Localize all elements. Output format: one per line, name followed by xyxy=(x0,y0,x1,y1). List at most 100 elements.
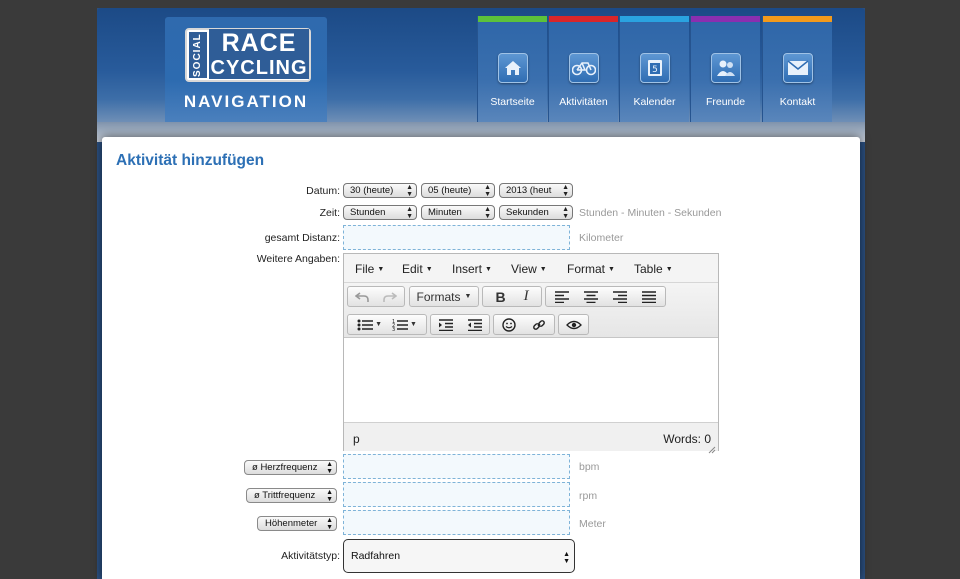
editor-toolbar: Formats ▼ B I ▼ 123 ▼ xyxy=(344,283,718,338)
formats-dropdown[interactable]: Formats ▼ xyxy=(409,286,479,307)
updown-arrow-icon: ▲ ▼ xyxy=(562,184,569,198)
date-month-select[interactable]: 05 (heute) ▲ ▼ xyxy=(421,183,495,198)
updown-arrow-icon: ▲ ▼ xyxy=(563,551,570,565)
menu-table[interactable]: Table ▼ xyxy=(634,262,673,276)
menu-format[interactable]: Format ▼ xyxy=(567,262,615,276)
numbered-list-icon[interactable]: 123 xyxy=(392,319,408,331)
heart-rate-type-select[interactable]: ø Herzfrequenz ▲ ▼ xyxy=(244,460,337,475)
caret-down-icon: ▼ xyxy=(464,293,472,300)
logo-social-text: SOCIAL xyxy=(189,32,207,78)
bicycle-icon xyxy=(569,53,599,83)
eye-icon xyxy=(565,320,582,330)
elevation-select-value: Höhenmeter xyxy=(265,518,318,529)
align-center-icon[interactable] xyxy=(584,290,598,303)
distance-label: gesamt Distanz: xyxy=(264,232,340,244)
align-justify-icon[interactable] xyxy=(642,290,656,303)
distance-input[interactable] xyxy=(343,225,570,250)
list-group: ▼ 123 ▼ xyxy=(347,314,427,335)
time-hours-select[interactable]: Stunden ▲ ▼ xyxy=(343,205,417,220)
nav-label: Freunde xyxy=(705,96,746,108)
site-logo[interactable]: SOCIAL RACE CYCLING xyxy=(185,28,311,82)
updown-arrow-icon: ▲ ▼ xyxy=(326,517,333,531)
nav-item-aktivitaeten[interactable]: Aktivitäten xyxy=(548,16,618,122)
caret-down-icon[interactable]: ▼ xyxy=(410,321,417,328)
elevation-unit: Meter xyxy=(579,518,606,530)
redo-icon[interactable] xyxy=(383,291,397,303)
distance-unit: Kilometer xyxy=(579,232,624,244)
svg-text:3: 3 xyxy=(392,327,395,331)
italic-button[interactable]: I xyxy=(524,288,529,305)
time-hours-value: Stunden xyxy=(350,207,386,218)
menu-view[interactable]: View ▼ xyxy=(511,262,547,276)
indent-group xyxy=(430,314,490,335)
menu-label: View xyxy=(511,262,537,276)
outdent-icon[interactable] xyxy=(467,318,482,331)
date-month-value: 05 (heute) xyxy=(428,185,472,196)
updown-arrow-icon: ▲ ▼ xyxy=(326,461,333,475)
cadence-unit: rpm xyxy=(579,490,598,502)
friends-icon xyxy=(711,53,741,83)
menu-file[interactable]: File ▼ xyxy=(355,262,384,276)
heart-rate-input[interactable] xyxy=(343,454,570,479)
caret-down-icon: ▼ xyxy=(485,266,492,273)
updown-arrow-icon: ▲ ▼ xyxy=(562,206,569,220)
cadence-type-select[interactable]: ø Trittfrequenz ▲ ▼ xyxy=(246,488,337,503)
heart-rate-select-value: ø Herzfrequenz xyxy=(252,462,318,473)
time-seconds-value: Sekunden xyxy=(506,207,549,218)
time-seconds-select[interactable]: Sekunden ▲ ▼ xyxy=(499,205,573,220)
nav-label: Aktivitäten xyxy=(559,96,608,108)
nav-item-startseite[interactable]: Startseite xyxy=(477,16,547,122)
insert-group xyxy=(493,314,555,335)
nav-item-freunde[interactable]: Freunde xyxy=(690,16,760,122)
bold-button[interactable]: B xyxy=(495,289,505,305)
time-minutes-select[interactable]: Minuten ▲ ▼ xyxy=(421,205,495,220)
nav-item-kontakt[interactable]: Kontakt xyxy=(762,16,832,122)
activity-type-label: Aktivitätstyp: xyxy=(281,550,340,562)
undo-icon[interactable] xyxy=(355,291,369,303)
alignment-group xyxy=(545,286,666,307)
elevation-type-select[interactable]: Höhenmeter ▲ ▼ xyxy=(257,516,337,531)
editor-content-area[interactable] xyxy=(344,338,718,422)
menu-label: File xyxy=(355,262,375,276)
menu-edit[interactable]: Edit ▼ xyxy=(402,262,433,276)
align-right-icon[interactable] xyxy=(613,290,627,303)
nav-color-bar xyxy=(478,16,547,22)
logo-cycling-text: CYCLING xyxy=(209,57,309,79)
activity-type-value: Radfahren xyxy=(351,550,401,562)
calendar-icon: 5 xyxy=(640,53,670,83)
home-icon xyxy=(498,53,528,83)
caret-down-icon: ▼ xyxy=(425,266,433,273)
cadence-input[interactable] xyxy=(343,482,570,507)
date-year-value: 2013 (heut xyxy=(506,185,552,196)
menu-insert[interactable]: Insert ▼ xyxy=(452,262,492,276)
activity-type-select[interactable]: Radfahren ▲ ▼ xyxy=(343,539,575,573)
link-icon[interactable] xyxy=(532,318,546,332)
time-label: Zeit: xyxy=(319,207,340,219)
resize-handle-icon[interactable] xyxy=(708,441,716,454)
svg-text:5: 5 xyxy=(652,65,658,75)
elevation-input[interactable] xyxy=(343,510,570,535)
mail-icon xyxy=(783,53,813,83)
page-title: Aktivität hinzufügen xyxy=(116,152,265,169)
bullet-list-icon[interactable] xyxy=(357,319,374,331)
element-path[interactable]: p xyxy=(353,432,360,446)
menu-label: Format xyxy=(567,262,606,276)
emoticon-icon[interactable] xyxy=(502,317,516,332)
indent-icon[interactable] xyxy=(438,318,453,331)
undo-redo-group xyxy=(347,286,405,307)
nav-label: Startseite xyxy=(490,96,535,108)
formats-label: Formats xyxy=(416,289,461,304)
align-left-icon[interactable] xyxy=(555,290,569,303)
time-minutes-value: Minuten xyxy=(428,207,462,218)
nav-label: Kalender xyxy=(633,96,676,108)
date-day-select[interactable]: 30 (heute) ▲ ▼ xyxy=(343,183,417,198)
details-label: Weitere Angaben: xyxy=(256,253,340,265)
caret-down-icon: ▼ xyxy=(377,266,385,273)
caret-down-icon: ▼ xyxy=(665,266,673,273)
editor-menubar: File ▼ Edit ▼ Insert ▼ View ▼ Format ▼ Table ▼ xyxy=(344,254,718,283)
nav-color-bar xyxy=(549,16,618,22)
caret-down-icon[interactable]: ▼ xyxy=(375,321,382,328)
date-year-select[interactable]: 2013 (heut ▲ ▼ xyxy=(499,183,573,198)
nav-item-kalender[interactable]: 5 Kalender xyxy=(619,16,689,122)
preview-button[interactable] xyxy=(558,314,589,335)
